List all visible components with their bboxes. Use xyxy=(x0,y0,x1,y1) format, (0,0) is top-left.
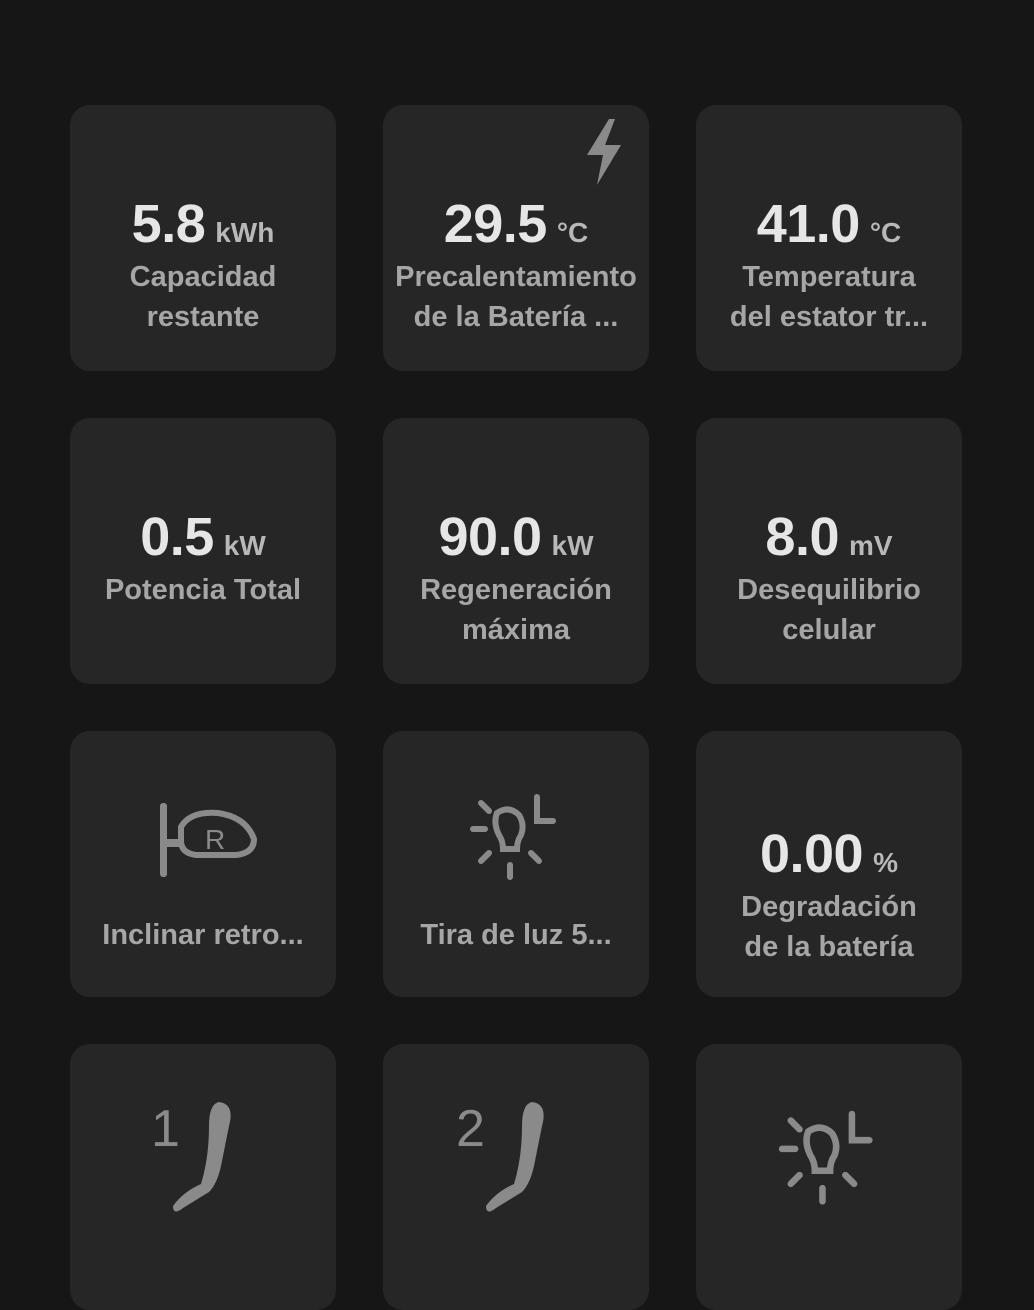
tile-stator-temperature[interactable]: 41.0 °C Temperatura del estator tr... xyxy=(696,105,962,371)
metric-value: 41.0 xyxy=(756,194,861,254)
svg-text:R: R xyxy=(205,824,225,855)
metric: 8.0 mV Desequilibrio celular xyxy=(696,510,962,650)
metric-value: 0.00 xyxy=(759,824,864,884)
metric-unit: °C xyxy=(869,217,902,248)
seat-number: 1 xyxy=(151,1100,180,1158)
metric: 0.5 kW Potencia Total xyxy=(70,510,336,610)
metric-unit: % xyxy=(873,847,898,878)
value-row: 29.5 °C xyxy=(444,197,589,251)
metric-label: Desequilibrio celular xyxy=(737,574,921,646)
tile-grid: 5.8 kWh Capacidad restante 29.5 °C Preca… xyxy=(70,105,962,1310)
mirror-tilt-icon: R xyxy=(160,803,257,877)
metric-unit: kW xyxy=(223,530,266,561)
seat-position-2-icon: 2 xyxy=(456,1100,544,1212)
value-row: 0.5 kW xyxy=(140,510,266,564)
metric: 5.8 kWh Capacidad restante xyxy=(70,197,336,337)
metric: 0.00 % Degradación de la batería xyxy=(696,827,962,967)
tile-battery-degradation[interactable]: 0.00 % Degradación de la batería xyxy=(696,731,962,997)
metric-value: 90.0 xyxy=(438,507,542,567)
tile-cell-imbalance[interactable]: 8.0 mV Desequilibrio celular xyxy=(696,418,962,684)
value-row: 0.00 % xyxy=(760,827,898,881)
metric-label: Potencia Total xyxy=(104,574,302,606)
metric-unit: kW xyxy=(551,530,594,561)
tile-light-strip[interactable]: Tira de luz 5... xyxy=(383,731,649,997)
tile-remaining-capacity[interactable]: 5.8 kWh Capacidad restante xyxy=(70,105,336,371)
seat-number: 2 xyxy=(456,1100,485,1158)
metric-label: Degradación de la batería xyxy=(741,891,917,963)
metric-label: Regeneración máxima xyxy=(420,574,612,646)
metric: 41.0 °C Temperatura del estator tr... xyxy=(696,197,962,337)
tile-total-power[interactable]: 0.5 kW Potencia Total xyxy=(70,418,336,684)
metric-value: 8.0 xyxy=(765,507,839,567)
tile-light-strip-2[interactable] xyxy=(696,1044,962,1310)
metric-value: 29.5 xyxy=(443,194,548,254)
value-row: 90.0 kW xyxy=(438,510,593,564)
value-row: 41.0 °C xyxy=(757,197,902,251)
metric-label: Precalentamiento de la Batería ... xyxy=(395,261,637,333)
tile-tilt-mirror[interactable]: R Inclinar retro... xyxy=(70,731,336,997)
tile-seat-position-1[interactable]: 1 xyxy=(70,1044,336,1310)
metric: 29.5 °C Precalentamiento de la Batería .… xyxy=(383,197,649,337)
tile-max-regeneration[interactable]: 90.0 kW Regeneración máxima xyxy=(383,418,649,684)
metric-unit: kWh xyxy=(215,217,275,248)
light-strip-left-icon xyxy=(778,1110,873,1205)
tile-battery-preheat[interactable]: 29.5 °C Precalentamiento de la Batería .… xyxy=(383,105,649,371)
metric: 90.0 kW Regeneración máxima xyxy=(383,510,649,650)
metric-unit: °C xyxy=(556,217,589,248)
light-strip-left-icon xyxy=(470,794,556,880)
tile-label: Tira de luz 5... xyxy=(420,919,612,951)
metric-label: Temperatura del estator tr... xyxy=(729,261,929,333)
value-row: 8.0 mV xyxy=(765,510,892,564)
metric-label: Capacidad restante xyxy=(129,261,277,333)
metric-unit: mV xyxy=(849,530,893,561)
metric-value: 0.5 xyxy=(140,507,214,567)
lightning-bolt-icon xyxy=(587,119,621,185)
value-row: 5.8 kWh xyxy=(132,197,275,251)
seat-position-1-icon: 1 xyxy=(151,1100,231,1212)
tile-seat-position-2[interactable]: 2 xyxy=(383,1044,649,1310)
tile-label: Inclinar retro... xyxy=(102,919,304,951)
metric-value: 5.8 xyxy=(131,194,206,254)
